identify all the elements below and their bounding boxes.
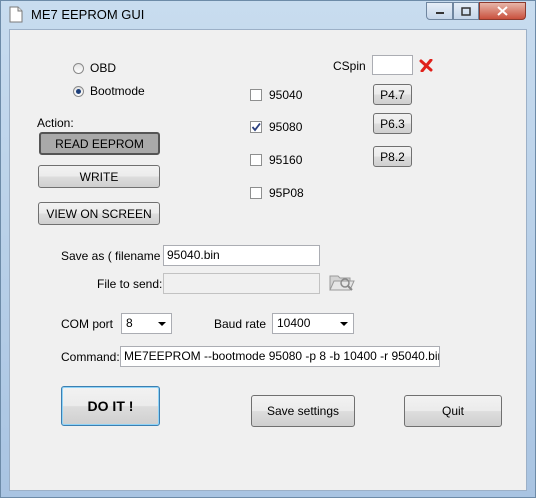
obd-radio[interactable] — [73, 63, 84, 74]
eeprom-95160-label[interactable]: 95160 — [269, 153, 302, 167]
maximize-button[interactable] — [453, 2, 479, 20]
save-as-filename-input[interactable]: 95040.bin — [163, 245, 320, 266]
eeprom-95p08-label[interactable]: 95P08 — [269, 186, 304, 200]
file-to-send-label: File to send: — [97, 277, 163, 291]
chevron-down-icon — [340, 322, 348, 326]
title-bar[interactable]: ME7 EEPROM GUI — [1, 1, 535, 29]
com-port-value: 8 — [126, 316, 133, 330]
obd-label[interactable]: OBD — [90, 61, 116, 75]
p63-button[interactable]: P6.3 — [373, 113, 412, 134]
close-icon — [497, 6, 508, 16]
checkmark-icon — [251, 122, 261, 132]
folder-browse-icon[interactable] — [328, 270, 356, 294]
app-icon — [9, 6, 23, 23]
eeprom-95040-label[interactable]: 95040 — [269, 88, 302, 102]
file-to-send-input — [163, 273, 320, 294]
minimize-button[interactable] — [426, 2, 453, 20]
app-window: ME7 EEPROM GUI OBD Bootmode Action: READ… — [0, 0, 536, 498]
write-button[interactable]: WRITE — [38, 165, 160, 188]
bootmode-radio[interactable] — [73, 86, 84, 97]
p82-button[interactable]: P8.2 — [373, 146, 412, 167]
com-port-label: COM port — [61, 317, 114, 331]
eeprom-95160-checkbox[interactable] — [250, 154, 262, 166]
baud-rate-select[interactable]: 10400 — [272, 313, 354, 334]
action-label: Action: — [37, 116, 74, 130]
command-label: Command: — [61, 350, 120, 364]
window-title: ME7 EEPROM GUI — [31, 7, 145, 22]
maximize-icon — [461, 6, 471, 16]
command-input[interactable]: ME7EEPROM --bootmode 95080 -p 8 -b 10400… — [120, 346, 440, 367]
save-settings-button[interactable]: Save settings — [251, 395, 355, 427]
minimize-icon — [435, 12, 444, 14]
eeprom-95080-label[interactable]: 95080 — [269, 120, 302, 134]
com-port-select[interactable]: 8 — [121, 313, 172, 334]
view-on-screen-button[interactable]: VIEW ON SCREEN — [38, 202, 160, 225]
eeprom-95080-checkbox[interactable] — [250, 121, 262, 133]
quit-button[interactable]: Quit — [404, 395, 502, 427]
baud-rate-value: 10400 — [277, 316, 311, 330]
p47-button[interactable]: P4.7 — [373, 84, 412, 105]
save-as-label: Save as ( filename ) — [61, 249, 168, 263]
do-it-button[interactable]: DO IT ! — [61, 386, 160, 426]
close-button[interactable] — [479, 2, 526, 20]
read-eeprom-button[interactable]: READ EEPROM — [39, 132, 160, 155]
clear-x-icon[interactable] — [419, 59, 433, 72]
bootmode-label[interactable]: Bootmode — [90, 84, 145, 98]
cspin-label: CSpin — [333, 59, 366, 73]
client-area: OBD Bootmode Action: READ EEPROM WRITE V… — [9, 29, 527, 491]
cspin-input[interactable] — [372, 55, 413, 75]
baud-rate-label: Baud rate — [214, 317, 267, 331]
chevron-down-icon — [158, 322, 166, 326]
eeprom-95040-checkbox[interactable] — [250, 89, 262, 101]
eeprom-95p08-checkbox[interactable] — [250, 187, 262, 199]
